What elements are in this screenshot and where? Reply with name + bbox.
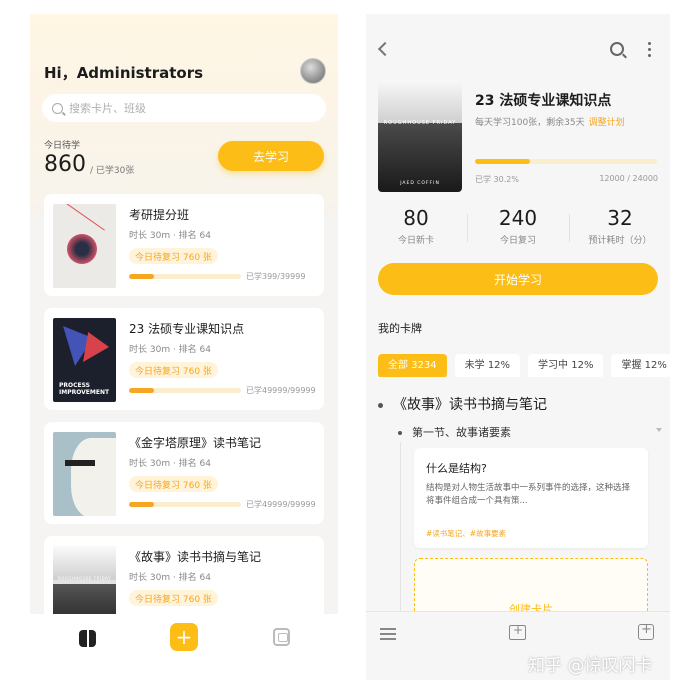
filter-mastered[interactable]: 掌握 12% [611,354,670,377]
book-cover-title: ROUGHHOUSE FRIDAY [383,120,457,126]
search-bar[interactable] [42,94,326,122]
avatar[interactable] [300,58,326,84]
card-question: 什么是结构? [426,462,487,475]
menu-icon[interactable] [380,628,396,640]
cards-tab-icon[interactable] [273,628,290,646]
cover-text: ROUGHHOUSE FRIDAY [57,576,112,582]
start-study-button[interactable]: 开始学习 [378,263,658,295]
plan-text: 每天学习100张，剩余35天 [475,118,585,128]
search-icon[interactable] [610,42,624,56]
bottom-tabbar: + [30,614,338,680]
flash-card[interactable]: 什么是结构? 结构是对人物生活故事中一系列事件的选择，这种选择将事件组合成一个具… [414,448,648,548]
stat-value: 32 [607,206,633,230]
book-cover-author: JAED COFFIN [400,181,440,186]
outline-level2[interactable]: 第一节、故事诸要素 [398,424,511,440]
course-card[interactable]: PROCESS IMPROVEMENT 23 法硕专业课知识点 时长 30m ·… [44,308,324,410]
back-arrow-icon[interactable] [377,41,393,57]
course-meta: 时长 30m · 排名 64 [129,459,211,469]
progress-label: 已学49999/99999 [246,500,316,509]
progress-bar [129,502,241,507]
bullet-dot [398,431,402,435]
adjust-plan-link[interactable]: 调整计划 [589,118,625,128]
review-badge: 今日待复习 760 张 [129,362,218,378]
filter-learning[interactable]: 学习中 12% [528,354,604,377]
course-title: 23 法硕专业课知识点 [129,322,245,336]
outline-subtitle: 第一节、故事诸要素 [412,426,511,439]
filter-chips: 全部 3234 未学 12% 学习中 12% 掌握 12% [378,353,670,377]
progress-bar [129,274,241,279]
course-meta: 时长 30m · 排名 64 [129,573,211,583]
course-meta: 时长 30m · 排名 64 [129,345,211,355]
course-title: 23 法硕专业课知识点 [475,93,612,109]
review-badge: 今日待复习 760 张 [129,590,218,606]
search-icon [52,102,63,114]
add-folder-icon[interactable] [509,623,526,640]
course-meta: 时长 30m · 排名 64 [129,231,211,241]
stat-value: 80 [403,206,429,230]
course-progress-bar [475,159,657,164]
collapse-caret-icon[interactable] [656,428,662,432]
stat-value: 240 [498,206,538,230]
stats-row: 80 今日新卡 240 今日复习 32 预计耗时（分） [366,206,670,252]
more-vertical-icon[interactable] [648,42,652,58]
review-badge: 今日待复习 760 张 [129,248,218,264]
course-title: 考研提分班 [129,208,190,222]
course-cover: PROCESS IMPROVEMENT [53,318,116,402]
today-count: 860 [44,152,86,177]
outline-level1[interactable]: 《故事》读书书摘与笔记 [378,394,547,414]
progress-percent: 已学 30.2% [475,175,519,184]
bullet-dot [378,402,383,408]
course-title: 《金字塔原理》读书笔记 [129,436,262,450]
go-study-button[interactable]: 去学习 [218,141,324,171]
study-plan: 每天学习100张，剩余35天 调整计划 [475,115,625,128]
tree-line [400,442,401,622]
course-card[interactable]: 《金字塔原理》读书笔记 时长 30m · 排名 64 今日待复习 760 张 已… [44,422,324,524]
cover-text: PROCESS IMPROVEMENT [59,382,110,396]
home-screen: Hi，Administrators 今日待学 860 / 已学30张 去学习 考… [30,14,338,680]
today-label: 今日待学 [44,141,81,151]
card-answer: 结构是对人物生活故事中一系列事件的选择，这种选择将事件组合成一个具有策... [426,483,631,506]
review-badge: 今日待复习 760 张 [129,476,218,492]
progress-bar [129,388,241,393]
progress-label: 已学399/39999 [246,272,306,281]
add-tab-button[interactable]: + [170,623,198,651]
course-title: 《故事》读书书摘与笔记 [129,550,262,564]
filter-unlearned[interactable]: 未学 12% [454,354,521,377]
filter-all[interactable]: 全部 3234 [378,354,447,377]
stat-label: 预计耗时（分） [588,236,652,246]
add-square-icon[interactable] [638,622,654,640]
book-cover: ROUGHHOUSE FRIDAY JAED COFFIN [378,80,462,192]
watermark: 知乎 @惊叹闪卡 [528,656,653,676]
progress-label: 已学49999/99999 [246,386,316,395]
stat-label: 今日新卡 [397,236,434,246]
card-tags: #读书笔记、#故事要素 [426,529,507,538]
course-detail-screen: ROUGHHOUSE FRIDAY JAED COFFIN 23 法硕专业课知识… [366,14,670,680]
stat-review: 240 今日复习 [468,206,568,246]
greeting-title: Hi，Administrators [44,64,204,82]
stat-time: 32 预计耗时（分） [570,206,670,246]
progress-count: 12000 / 24000 [599,174,658,183]
today-learned: / 已学30张 [90,166,135,176]
home-tab-icon[interactable] [79,630,96,647]
search-input[interactable] [69,101,299,115]
stat-label: 今日复习 [499,236,536,246]
my-deck-heading: 我的卡牌 [378,322,422,335]
course-cover [53,432,116,516]
course-card[interactable]: 考研提分班 时长 30m · 排名 64 今日待复习 760 张 已学399/3… [44,194,324,296]
stat-new-cards: 80 今日新卡 [366,206,466,246]
outline-title: 《故事》读书书摘与笔记 [393,397,547,413]
course-cover [53,204,116,288]
